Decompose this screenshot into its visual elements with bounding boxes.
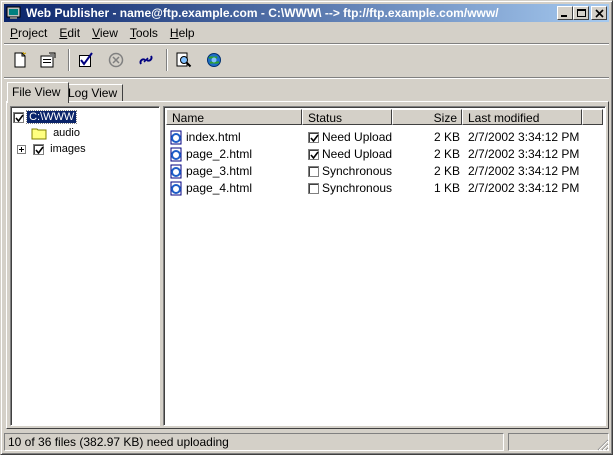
- upload-checkbox[interactable]: [308, 132, 319, 143]
- upload-checkbox[interactable]: [308, 166, 319, 177]
- file-size: 2 KB: [433, 130, 460, 144]
- table-row[interactable]: page_4.html Synchronous 1 KB 2/7/2002 3:…: [166, 180, 603, 197]
- file-name: index.html: [186, 130, 241, 144]
- file-modified: 2/7/2002 3:34:12 PM: [468, 181, 580, 195]
- cancel-button[interactable]: [104, 48, 128, 72]
- file-status: Need Upload: [322, 147, 393, 161]
- tree-item-images-checkbox[interactable]: [33, 143, 45, 155]
- folder-tree[interactable]: C:\WWW audio images: [10, 106, 160, 426]
- maximize-icon: [577, 9, 586, 17]
- file-name: page_2.html: [186, 147, 253, 161]
- file-size: 1 KB: [433, 181, 460, 195]
- window-title: Web Publisher - name@ftp.example.com - C…: [26, 6, 499, 20]
- file-size: 2 KB: [433, 164, 460, 178]
- tree-item-images[interactable]: images: [17, 141, 86, 157]
- properties-button[interactable]: [36, 48, 60, 72]
- connect-button[interactable]: [134, 48, 158, 72]
- menu-tools[interactable]: Tools: [124, 24, 164, 42]
- new-document-icon: [14, 52, 27, 68]
- properties-icon: [40, 52, 56, 68]
- tree-item-label: images: [50, 143, 86, 156]
- find-icon: [176, 52, 192, 68]
- app-icon: [6, 5, 22, 21]
- file-view-panel: C:\WWW audio images Name Status Size Las…: [6, 101, 609, 429]
- file-modified: 2/7/2002 3:34:12 PM: [468, 147, 580, 161]
- table-row[interactable]: page_2.html Need Upload 2 KB 2/7/2002 3:…: [166, 146, 603, 163]
- tab-file-view[interactable]: File View: [7, 82, 69, 103]
- file-status: Synchronous: [322, 164, 393, 178]
- check-icon: [79, 52, 93, 67]
- file-name: page_3.html: [186, 164, 253, 178]
- toolbar-separator: [68, 49, 70, 71]
- cancel-icon: [108, 52, 124, 68]
- tree-root[interactable]: C:\WWW: [13, 109, 78, 125]
- html-file-icon: [170, 147, 182, 162]
- file-modified: 2/7/2002 3:34:12 PM: [468, 130, 580, 144]
- file-list[interactable]: Name Status Size Last modified index.htm…: [163, 106, 606, 426]
- publish-globe-icon: [207, 53, 221, 67]
- menu-help[interactable]: Help: [164, 24, 201, 42]
- upload-checkbox[interactable]: [308, 149, 319, 160]
- status-pane-secondary: [508, 433, 609, 451]
- html-file-icon: [170, 181, 182, 196]
- minimize-button[interactable]: [557, 6, 573, 20]
- file-name: page_4.html: [186, 181, 253, 195]
- column-header-filler: [582, 109, 603, 125]
- connect-icon: [139, 55, 153, 65]
- tab-log-view[interactable]: Log View: [63, 84, 123, 102]
- file-status: Need Upload: [322, 130, 393, 144]
- title-bar[interactable]: Web Publisher - name@ftp.example.com - C…: [4, 4, 609, 22]
- resize-grip-icon[interactable]: [597, 439, 609, 451]
- column-header-last-modified[interactable]: Last modified: [462, 109, 582, 125]
- maximize-button[interactable]: [573, 6, 589, 20]
- menu-view[interactable]: View: [86, 24, 124, 42]
- tree-root-checkbox[interactable]: [13, 111, 24, 123]
- window-controls: [557, 6, 607, 20]
- file-status: Synchronous: [322, 181, 393, 195]
- column-header-status[interactable]: Status: [302, 109, 392, 125]
- new-button[interactable]: [8, 48, 32, 72]
- html-file-icon: [170, 164, 182, 179]
- menu-bar: Project Edit View Tools Help: [4, 24, 201, 42]
- folder-icon: [31, 128, 47, 140]
- file-modified: 2/7/2002 3:34:12 PM: [468, 164, 580, 178]
- check-button[interactable]: [74, 48, 98, 72]
- file-size: 2 KB: [433, 147, 460, 161]
- publish-button[interactable]: [202, 48, 226, 72]
- close-icon: [595, 9, 604, 18]
- tree-item-label: audio: [53, 127, 80, 140]
- app-window: Web Publisher - name@ftp.example.com - C…: [0, 0, 613, 455]
- toolbar-separator: [166, 49, 168, 71]
- menu-project[interactable]: Project: [4, 24, 53, 42]
- column-header-name[interactable]: Name: [166, 109, 302, 125]
- close-button[interactable]: [591, 6, 607, 20]
- upload-checkbox[interactable]: [308, 183, 319, 194]
- status-bar: 10 of 36 files (382.97 KB) need uploadin…: [4, 433, 609, 451]
- minimize-icon: [561, 15, 567, 17]
- html-file-icon: [170, 130, 182, 145]
- toolbar: [4, 45, 609, 75]
- menu-edit[interactable]: Edit: [53, 24, 86, 42]
- tree-item-audio[interactable]: audio: [31, 125, 80, 141]
- column-header-size[interactable]: Size: [392, 109, 462, 125]
- table-row[interactable]: index.html Need Upload 2 KB 2/7/2002 3:3…: [166, 129, 603, 146]
- toolbar-separator-bottom: [4, 77, 609, 79]
- expand-icon[interactable]: [17, 144, 26, 154]
- find-button[interactable]: [172, 48, 196, 72]
- status-message: 10 of 36 files (382.97 KB) need uploadin…: [4, 433, 504, 451]
- tree-root-label: C:\WWW: [26, 110, 78, 125]
- table-row[interactable]: page_3.html Synchronous 2 KB 2/7/2002 3:…: [166, 163, 603, 180]
